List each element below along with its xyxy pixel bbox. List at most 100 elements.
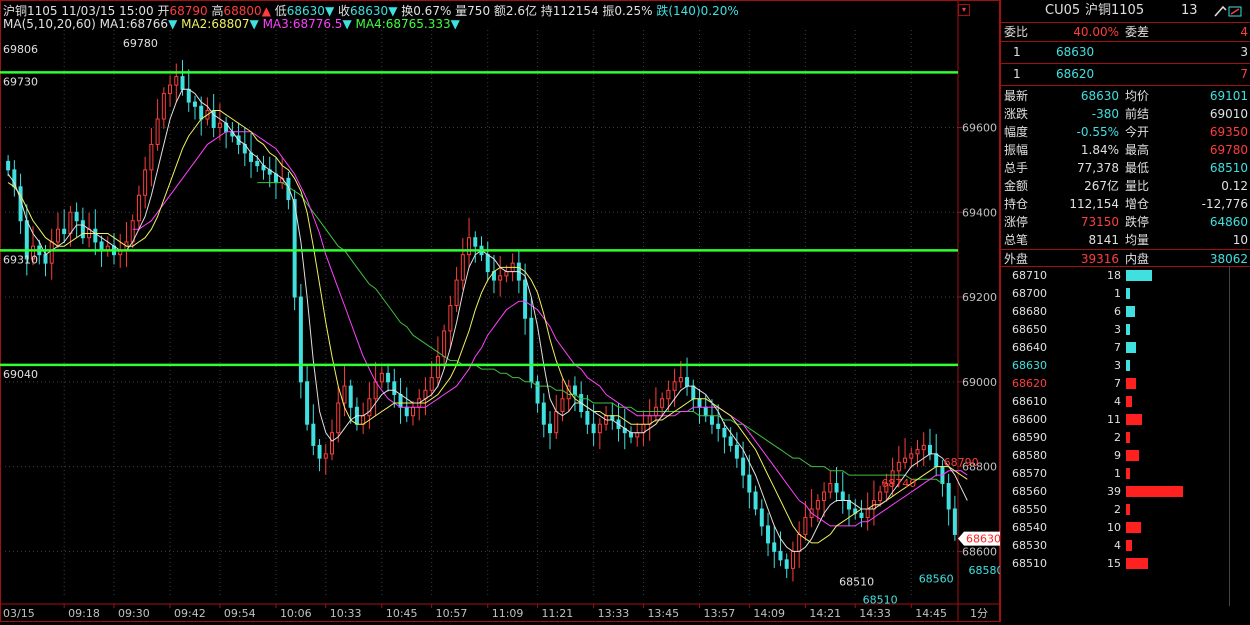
candle-body bbox=[934, 453, 939, 468]
book-volume-bar bbox=[1126, 414, 1142, 425]
y-tick-label: 69000 bbox=[962, 376, 997, 389]
candle-body bbox=[6, 160, 11, 171]
candle-body bbox=[68, 211, 73, 234]
price-annotation: 68740 bbox=[881, 477, 916, 490]
book-row: 68700 1 bbox=[1000, 285, 1250, 303]
book-price: 68550 bbox=[1012, 503, 1047, 516]
header-segment: ▼ bbox=[388, 4, 402, 18]
candle-body bbox=[859, 512, 864, 518]
candle-body bbox=[398, 394, 403, 408]
candle-body bbox=[523, 279, 528, 319]
book-price: 68590 bbox=[1012, 431, 1047, 444]
book-price: 68710 bbox=[1012, 269, 1047, 282]
candle-body bbox=[143, 169, 148, 196]
book-volume-bar bbox=[1126, 270, 1152, 281]
book-volume-bar bbox=[1126, 432, 1130, 443]
header-segment: 68800 bbox=[223, 4, 262, 18]
y-tick-label: 69400 bbox=[962, 206, 997, 219]
candle-body bbox=[305, 381, 310, 425]
stat-label: 总笔 bbox=[1004, 233, 1029, 247]
ask-level: 1 bbox=[1013, 45, 1021, 59]
book-price: 68610 bbox=[1012, 395, 1047, 408]
book-price: 68570 bbox=[1012, 467, 1047, 480]
book-price: 68620 bbox=[1012, 377, 1047, 390]
book-volume: 6 bbox=[1114, 305, 1121, 318]
candle-body bbox=[317, 444, 322, 459]
candle-body bbox=[728, 436, 733, 446]
candle-body bbox=[759, 508, 764, 527]
candle-body bbox=[442, 330, 447, 357]
candle-body bbox=[678, 377, 683, 383]
book-price: 68580 bbox=[1012, 449, 1047, 462]
left-price-label: 69310 bbox=[3, 253, 38, 266]
candle-body bbox=[367, 398, 372, 417]
header-segment: 跌(140)0.20% bbox=[656, 4, 739, 18]
book-row: 68640 7 bbox=[1000, 339, 1250, 357]
candle-body bbox=[379, 372, 384, 383]
book-price: 68560 bbox=[1012, 485, 1047, 498]
book-volume-bar bbox=[1126, 324, 1130, 335]
x-tick-label: 10:45 bbox=[386, 607, 418, 620]
book-price: 68630 bbox=[1012, 359, 1047, 372]
book-row: 68680 6 bbox=[1000, 303, 1250, 321]
book-row: 68620 7 bbox=[1000, 375, 1250, 393]
chart-canvas[interactable]: 68600 68800 69000 69200 69400 69600 03/15 09:18… bbox=[0, 0, 1085, 622]
book-volume: 2 bbox=[1114, 503, 1121, 516]
book-row: 68590 2 bbox=[1000, 429, 1250, 447]
candle-body bbox=[572, 385, 577, 396]
candle-body bbox=[610, 415, 615, 421]
candle-body bbox=[454, 279, 459, 307]
book-volume-bar bbox=[1126, 288, 1130, 299]
stats-row: 幅度 -0.55% 今开 69350 bbox=[1001, 123, 1250, 141]
candle-body bbox=[878, 491, 883, 502]
stat-value: 73150 bbox=[1080, 215, 1119, 229]
stat-label: 总手 bbox=[1004, 161, 1029, 175]
candle-body bbox=[560, 398, 565, 412]
stat-label: 今开 bbox=[1125, 125, 1150, 139]
stat-label: 金额 bbox=[1004, 179, 1029, 193]
book-volume-bar bbox=[1126, 468, 1130, 479]
x-tick-label: 13:45 bbox=[647, 607, 679, 620]
book-price: 68640 bbox=[1012, 341, 1047, 354]
x-tick-label: 09:30 bbox=[118, 607, 150, 620]
book-price: 68700 bbox=[1012, 287, 1047, 300]
last-price-label: 68630 bbox=[966, 533, 1000, 546]
stats-row: 金额 267亿 量比 0.12 bbox=[1001, 177, 1250, 195]
candle-body bbox=[448, 305, 453, 332]
candle-body bbox=[336, 402, 341, 434]
candle-body bbox=[865, 508, 870, 518]
candle-body bbox=[703, 406, 708, 417]
ma-legend-segment: ▼ bbox=[450, 17, 460, 31]
candle-body bbox=[797, 533, 802, 552]
drawing-tools-icon[interactable] bbox=[1213, 4, 1245, 18]
bid-level: 1 bbox=[1013, 67, 1021, 81]
header-segment: 收 bbox=[337, 4, 350, 18]
chart-menu-button[interactable]: ▾ bbox=[958, 4, 970, 16]
book-row: 68710 18 bbox=[1000, 267, 1250, 285]
candlestick-chart[interactable]: 68600 68800 69000 69200 69400 69600 03/15 09:18… bbox=[0, 0, 1085, 622]
stat-value: 267亿 bbox=[1084, 179, 1119, 193]
book-row: 68550 2 bbox=[1000, 501, 1250, 519]
candle-body bbox=[498, 275, 503, 281]
book-scrollbar[interactable] bbox=[1229, 266, 1250, 606]
ask-row: 1 68630 3 bbox=[1001, 41, 1250, 63]
candle-body bbox=[747, 474, 752, 493]
book-price: 68680 bbox=[1012, 305, 1047, 318]
book-row: 68560 39 bbox=[1000, 483, 1250, 501]
candle-body bbox=[554, 410, 559, 434]
candle-body bbox=[467, 237, 472, 256]
contract-name: 沪铜1105 bbox=[1085, 3, 1145, 18]
candle-body bbox=[753, 491, 758, 510]
book-row: 68600 11 bbox=[1000, 411, 1250, 429]
candle-body bbox=[43, 254, 48, 264]
stats-row: 涨停 73150 跌停 64860 bbox=[1001, 213, 1250, 231]
candle-body bbox=[161, 93, 166, 120]
candle-body bbox=[585, 410, 590, 425]
header-segment: 68630 bbox=[350, 4, 389, 18]
book-volume: 7 bbox=[1114, 377, 1121, 390]
header-segment: 68630 bbox=[286, 4, 325, 18]
book-volume: 10 bbox=[1107, 521, 1121, 534]
candle-body bbox=[298, 296, 303, 383]
x-tick-label: 14:09 bbox=[753, 607, 785, 620]
bid-row: 1 68620 7 bbox=[1001, 63, 1250, 85]
